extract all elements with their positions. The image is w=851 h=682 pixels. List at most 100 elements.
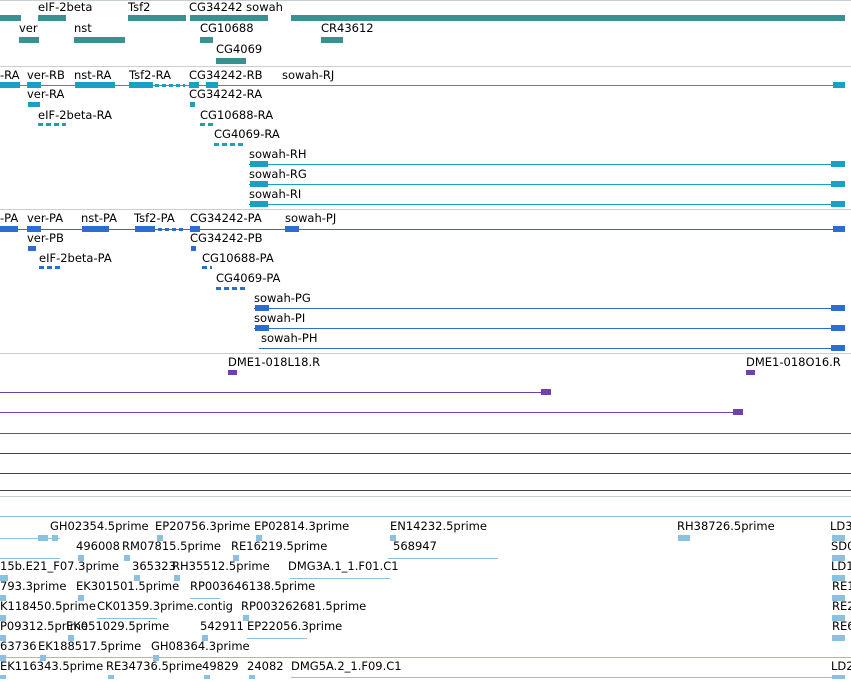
transcript-exon-cluster[interactable] — [200, 123, 214, 126]
est-feature[interactable] — [832, 675, 845, 679]
est-label[interactable]: EK116343.5prime — [0, 660, 103, 673]
est-label[interactable]: 63736 — [0, 640, 37, 653]
protein-exon[interactable] — [135, 226, 155, 232]
gene-label[interactable]: ver — [19, 22, 38, 35]
transcript-label[interactable]: CG34242-RA — [189, 88, 262, 101]
est-label[interactable]: DMG5A.2_1.F09.C1 — [291, 660, 402, 673]
protein-label[interactable]: CG34242-PB — [190, 232, 263, 245]
protein-label[interactable]: -PA — [0, 212, 18, 225]
protein-label[interactable]: sowah-PG — [254, 292, 311, 305]
transcript-label[interactable]: ver-RB — [27, 69, 65, 82]
est-label[interactable]: 365323 — [132, 560, 176, 573]
transcript-label[interactable]: CG34242-RB — [189, 69, 263, 82]
est-span[interactable] — [247, 638, 307, 639]
est-label[interactable]: GH08364.3prime — [151, 640, 250, 653]
est-label[interactable]: RE6 — [832, 620, 851, 633]
est-label[interactable]: 49829 — [202, 660, 239, 673]
protein-exon[interactable] — [285, 226, 299, 232]
est-feature[interactable] — [678, 535, 690, 541]
protein-label[interactable]: eIF-2beta-PA — [39, 252, 112, 265]
est-label[interactable]: SD0 — [831, 540, 851, 553]
protein-label[interactable]: CG34242-PA — [190, 212, 262, 225]
gene-label[interactable]: CG34242 sowah — [189, 1, 283, 14]
protein-exon-cluster[interactable] — [158, 228, 186, 231]
transcript-exon[interactable] — [28, 102, 40, 107]
est-feature[interactable] — [124, 555, 130, 561]
est-label[interactable]: EP20756.3prime — [155, 520, 250, 533]
protein-exon[interactable] — [831, 325, 845, 331]
gene-label[interactable]: Tsf2 — [128, 1, 150, 14]
est-label[interactable]: LD2 — [831, 660, 851, 673]
transcript-label[interactable]: CG4069-RA — [214, 128, 280, 141]
est-label[interactable]: DMG3A.1_1.F01.C1 — [288, 560, 399, 573]
protein-label[interactable]: CG4069-PA — [216, 272, 280, 285]
transcript-label[interactable]: Tsf2-RA — [129, 69, 171, 82]
est-label[interactable]: 496008 — [76, 540, 120, 553]
transcript-label[interactable]: sowah-RH — [249, 148, 307, 161]
gene-feature[interactable] — [19, 37, 39, 43]
protein-exon[interactable] — [0, 226, 18, 232]
gene-label[interactable]: nst — [74, 22, 92, 35]
reagent-feature[interactable] — [746, 370, 755, 375]
protein-exon-cluster[interactable] — [202, 266, 212, 269]
gene-label[interactable]: CG10688 — [200, 22, 254, 35]
transcript-exon[interactable] — [75, 82, 115, 88]
transcript-exon[interactable] — [250, 201, 268, 207]
protein-label[interactable]: ver-PA — [27, 212, 63, 225]
reagent-span[interactable] — [0, 392, 546, 393]
est-span[interactable] — [291, 677, 845, 678]
transcript-label[interactable]: -RA — [0, 69, 20, 82]
transcript-exon[interactable] — [833, 82, 845, 88]
est-label[interactable]: GH02354.5prime — [50, 520, 149, 533]
transcript-label[interactable]: eIF-2beta-RA — [38, 109, 112, 122]
reagent-span[interactable] — [0, 433, 851, 434]
est-label[interactable]: 542911 — [200, 620, 244, 633]
est-feature[interactable] — [832, 635, 845, 641]
est-label[interactable]: EP02814.3prime — [254, 520, 349, 533]
transcript-exon-cluster[interactable] — [38, 123, 66, 126]
est-label[interactable]: CK01359.3prime.contig — [97, 600, 233, 613]
gene-feature[interactable] — [38, 15, 66, 21]
est-label[interactable]: RE1 — [832, 580, 851, 593]
est-feature[interactable] — [249, 675, 255, 679]
gene-label[interactable]: CG4069 — [216, 43, 262, 56]
est-label[interactable]: 15b.E21_F07.3prime — [0, 560, 119, 573]
transcript-label[interactable]: nst-RA — [74, 69, 111, 82]
reagent-feature[interactable] — [228, 370, 237, 375]
protein-label[interactable]: ver-PB — [27, 232, 64, 245]
est-label[interactable]: 24082 — [247, 660, 284, 673]
transcript-exon[interactable] — [0, 82, 20, 88]
est-label[interactable]: EK051029.5prime — [66, 620, 169, 633]
protein-exon-cluster[interactable] — [216, 287, 246, 290]
gene-feature[interactable] — [216, 58, 246, 64]
protein-label[interactable]: nst-PA — [81, 212, 117, 225]
protein-label[interactable]: Tsf2-PA — [134, 212, 175, 225]
transcript-label[interactable]: sowah-RI — [249, 188, 301, 201]
est-label[interactable]: EK301501.5prime — [76, 580, 179, 593]
gene-feature[interactable] — [321, 37, 343, 43]
transcript-exon[interactable] — [831, 161, 845, 167]
transcript-label[interactable]: sowah-RJ — [282, 69, 334, 82]
transcript-exon[interactable] — [831, 201, 845, 207]
transcript-label[interactable]: CG10688-RA — [200, 109, 273, 122]
est-feature[interactable] — [38, 535, 48, 541]
est-feature[interactable] — [52, 535, 58, 541]
transcript-exon-cluster[interactable] — [214, 143, 246, 146]
reagent-span[interactable] — [0, 412, 738, 413]
reagent-span[interactable] — [0, 490, 851, 491]
protein-exon[interactable] — [831, 345, 845, 351]
reagent-span[interactable] — [0, 473, 851, 474]
gene-feature[interactable] — [74, 37, 125, 43]
gene-feature[interactable] — [291, 15, 845, 21]
est-label[interactable]: EN14232.5prime — [390, 520, 487, 533]
transcript-label[interactable]: sowah-RG — [249, 168, 307, 181]
gene-feature[interactable] — [0, 15, 21, 21]
protein-label[interactable]: CG10688-PA — [202, 252, 274, 265]
est-feature[interactable] — [204, 675, 210, 679]
protein-exon[interactable] — [82, 226, 109, 232]
est-label[interactable]: RM07815.5prime — [122, 540, 221, 553]
est-label[interactable]: EP22056.3prime — [247, 620, 342, 633]
reagent-label[interactable]: DME1-018O16.R — [746, 356, 841, 369]
est-label[interactable]: RE16219.5prime — [231, 540, 327, 553]
reagent-label[interactable]: DME1-018L18.R — [228, 356, 320, 369]
